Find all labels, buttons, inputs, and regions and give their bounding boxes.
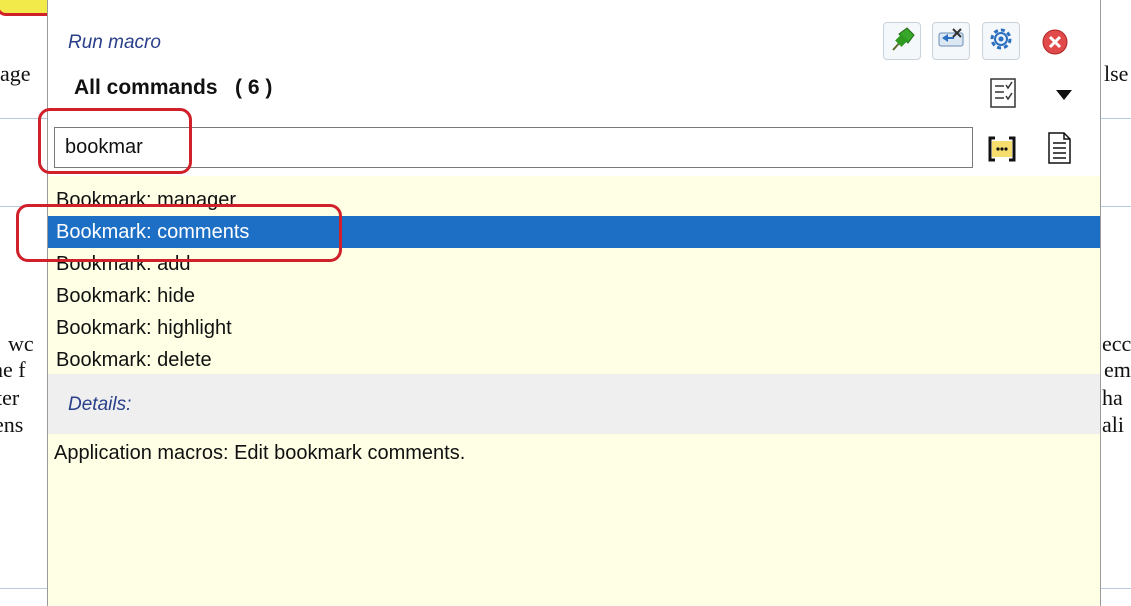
doc-fragment-left: ter: [0, 385, 20, 410]
list-item[interactable]: Bookmark: delete: [48, 344, 1100, 376]
dropdown-button[interactable]: [1051, 83, 1077, 105]
swap-button[interactable]: [932, 22, 970, 60]
popup-header: Run macro All commands ( 6 ): [48, 0, 1100, 176]
doc-fragment-right: ha: [1102, 385, 1123, 410]
doc-fragment-right: ecc: [1102, 331, 1131, 356]
selection-callout: [16, 204, 342, 262]
doc-fragment-left: wc: [8, 331, 34, 356]
category-label[interactable]: All commands ( 6 ): [74, 76, 272, 100]
gear-icon: [986, 24, 1016, 59]
document-icon: [1044, 132, 1074, 169]
expand-button[interactable]: [986, 133, 1018, 165]
swap-arrows-icon: [936, 24, 966, 59]
bracket-expand-icon: [986, 136, 1018, 169]
details-text: Application macros: Edit bookmark commen…: [54, 442, 466, 464]
close-button[interactable]: [1041, 28, 1069, 56]
details-label: Details:: [68, 394, 132, 415]
run-macro-popup: Run macro All commands ( 6 ) bookmar Boo…: [47, 0, 1101, 606]
doc-fragment-left: age: [0, 61, 31, 86]
checklist-button[interactable]: [988, 77, 1018, 109]
doc-fragment-right: lse: [1104, 61, 1129, 86]
document-button[interactable]: [1044, 131, 1074, 165]
details-header: Details:: [48, 374, 1100, 434]
doc-fragment-right: em: [1104, 357, 1131, 382]
settings-button[interactable]: [982, 22, 1020, 60]
pin-icon: [887, 24, 917, 59]
list-item[interactable]: Bookmark: highlight: [48, 312, 1100, 344]
close-icon: [1041, 29, 1069, 60]
list-item[interactable]: Bookmark: hide: [48, 280, 1100, 312]
doc-fragment-right: ali: [1102, 412, 1124, 437]
doc-fragment-left: ens: [0, 412, 24, 437]
search-callout: [38, 108, 192, 174]
popup-title: Run macro: [68, 32, 161, 53]
checklist-icon: [988, 78, 1018, 113]
pin-button[interactable]: [883, 22, 921, 60]
chevron-down-icon: [1051, 90, 1077, 109]
doc-fragment-left: he f: [0, 357, 26, 382]
